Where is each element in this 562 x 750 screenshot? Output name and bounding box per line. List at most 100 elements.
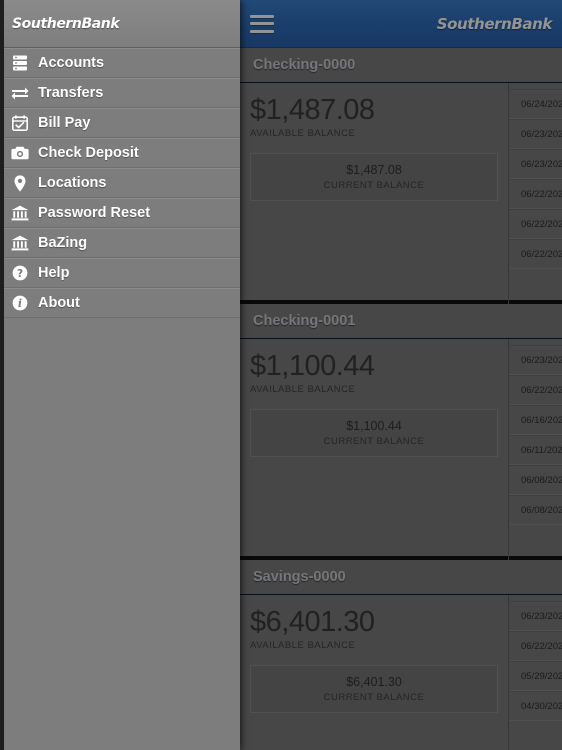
- transaction-date: 06/22/2020: [521, 218, 562, 230]
- info-circle-icon: i: [8, 293, 32, 313]
- svg-text:?: ?: [17, 268, 23, 280]
- top-app-bar: SouthernBank: [240, 0, 562, 48]
- transaction-row[interactable]: 06/23/2020: [509, 149, 562, 179]
- sidebar-item-password-reset[interactable]: Password Reset: [0, 198, 240, 228]
- transaction-row[interactable]: 05/29/2020: [509, 661, 562, 691]
- available-balance-amount: $6,401.30: [250, 606, 375, 638]
- calendar-check-icon: [8, 113, 32, 133]
- account-card-header: Checking-0000: [240, 48, 562, 83]
- transaction-row[interactable]: 06/22/2020: [509, 179, 562, 209]
- transaction-row[interactable]: 06/08/2020: [509, 465, 562, 495]
- accounts-list[interactable]: Checking-0000 $1,487.08 AVAILABLE BALANC…: [240, 48, 562, 750]
- app-root: SouthernBank Checking-0000 $1,487.08 AVA…: [0, 0, 562, 750]
- balance-summary: $1,100.44 AVAILABLE BALANCE $1,100.44 CU…: [240, 339, 508, 591]
- sidebar-item-accounts[interactable]: Accounts: [0, 48, 240, 78]
- balance-summary: $6,401.30 AVAILABLE BALANCE $6,401.30 CU…: [240, 595, 508, 750]
- drawer-empty-area: [0, 318, 240, 750]
- transaction-date: 06/08/2020: [521, 504, 562, 516]
- sidebar-item-label: Accounts: [38, 55, 105, 71]
- transaction-date: 06/23/2020: [521, 610, 562, 622]
- current-balance-box: $6,401.30 CURRENT BALANCE: [250, 664, 498, 713]
- account-card-header: Checking-0001: [240, 304, 562, 339]
- transaction-date: 04/30/2020: [521, 700, 562, 712]
- transaction-row[interactable]: 06/22/2020: [509, 631, 562, 661]
- transaction-date: 05/29/2020: [521, 670, 562, 682]
- account-title: Savings-0000: [253, 569, 346, 585]
- transaction-row[interactable]: 06/16/2020: [509, 405, 562, 435]
- sidebar-item-about[interactable]: i About: [0, 288, 240, 318]
- transfers-icon: [8, 83, 32, 103]
- current-balance-label: CURRENT BALANCE: [323, 435, 425, 447]
- transaction-row[interactable]: 06/22/2020: [509, 209, 562, 239]
- drawer-nav-list[interactable]: Accounts Transfers Bill Pay Check Deposi…: [0, 48, 240, 318]
- bank-icon: [8, 203, 32, 223]
- transaction-list[interactable]: 06/24/2020 06/23/2020 06/23/2020 06/22/2…: [508, 83, 562, 335]
- sidebar-item-label: Check Deposit: [38, 145, 139, 161]
- account-title: Checking-0001: [253, 313, 356, 329]
- transaction-date: 06/08/2020: [521, 474, 562, 486]
- drawer-header: SouthernBank: [0, 0, 240, 48]
- sidebar-item-help[interactable]: ? Help: [0, 258, 240, 288]
- navigation-drawer: SouthernBank Accounts Transfers Bill Pay: [0, 0, 240, 750]
- accounts-icon: [8, 53, 32, 73]
- sidebar-item-check-deposit[interactable]: Check Deposit: [0, 138, 240, 168]
- transaction-date: 06/23/2020: [521, 354, 562, 366]
- transaction-row[interactable]: 06/08/2020: [509, 495, 562, 525]
- transaction-date: 06/23/2020: [521, 128, 562, 140]
- current-balance-label: CURRENT BALANCE: [323, 691, 425, 703]
- sidebar-item-label: About: [38, 295, 80, 311]
- current-balance-amount: $6,401.30: [346, 674, 402, 689]
- account-card[interactable]: Checking-0001 $1,100.44 AVAILABLE BALANC…: [240, 304, 562, 591]
- bank-icon: [8, 233, 32, 253]
- available-balance-label: AVAILABLE BALANCE: [250, 383, 356, 395]
- transaction-date: 06/22/2020: [521, 248, 562, 260]
- transaction-row[interactable]: 04/30/2020: [509, 691, 562, 721]
- sidebar-item-label: Password Reset: [38, 205, 151, 221]
- map-pin-icon: [8, 173, 32, 193]
- hamburger-menu-icon[interactable]: [250, 14, 274, 33]
- balance-summary: $1,487.08 AVAILABLE BALANCE $1,487.08 CU…: [240, 83, 508, 335]
- current-balance-label: CURRENT BALANCE: [323, 179, 425, 191]
- account-card-body: $1,100.44 AVAILABLE BALANCE $1,100.44 CU…: [240, 339, 562, 591]
- sidebar-item-label: Help: [38, 265, 70, 281]
- available-balance-label: AVAILABLE BALANCE: [250, 639, 356, 651]
- account-card[interactable]: Checking-0000 $1,487.08 AVAILABLE BALANC…: [240, 48, 562, 335]
- transaction-row[interactable]: 06/23/2020: [509, 119, 562, 149]
- account-card[interactable]: Savings-0000 $6,401.30 AVAILABLE BALANCE…: [240, 560, 562, 750]
- svg-text:i: i: [18, 297, 22, 310]
- transaction-row[interactable]: 06/24/2020: [509, 89, 562, 119]
- transaction-row[interactable]: 06/22/2020: [509, 239, 562, 269]
- current-balance-box: $1,100.44 CURRENT BALANCE: [250, 408, 498, 457]
- transaction-date: 06/16/2020: [521, 414, 562, 426]
- sidebar-item-label: Bill Pay: [38, 115, 91, 131]
- question-circle-icon: ?: [8, 263, 32, 283]
- account-title: Checking-0000: [253, 57, 356, 73]
- header-brand-logo: SouthernBank: [436, 14, 553, 33]
- transaction-row[interactable]: 06/11/2020: [509, 435, 562, 465]
- sidebar-item-bazing[interactable]: BaZing: [0, 228, 240, 258]
- content-pane: SouthernBank Checking-0000 $1,487.08 AVA…: [240, 0, 562, 750]
- transaction-date: 06/22/2020: [521, 384, 562, 396]
- transaction-date: 06/11/2020: [521, 444, 562, 456]
- sidebar-item-label: Locations: [38, 175, 107, 191]
- sidebar-item-label: BaZing: [38, 235, 88, 251]
- current-balance-box: $1,487.08 CURRENT BALANCE: [250, 152, 498, 201]
- transaction-date: 06/23/2020: [521, 158, 562, 170]
- sidebar-item-transfers[interactable]: Transfers: [0, 78, 240, 108]
- account-card-header: Savings-0000: [240, 560, 562, 595]
- account-card-body: $1,487.08 AVAILABLE BALANCE $1,487.08 CU…: [240, 83, 562, 335]
- transaction-row[interactable]: 06/23/2020: [509, 345, 562, 375]
- sidebar-item-locations[interactable]: Locations: [0, 168, 240, 198]
- sidebar-item-bill-pay[interactable]: Bill Pay: [0, 108, 240, 138]
- transaction-row[interactable]: 06/23/2020: [509, 601, 562, 631]
- available-balance-amount: $1,487.08: [250, 94, 375, 126]
- transaction-list[interactable]: 06/23/2020 06/22/2020 06/16/2020 06/11/2…: [508, 339, 562, 591]
- transaction-date: 06/22/2020: [521, 640, 562, 652]
- transaction-row[interactable]: 06/22/2020: [509, 375, 562, 405]
- sidebar-item-label: Transfers: [38, 85, 104, 101]
- transaction-list[interactable]: 06/23/2020 06/22/2020 05/29/2020 04/30/2…: [508, 595, 562, 750]
- account-card-body: $6,401.30 AVAILABLE BALANCE $6,401.30 CU…: [240, 595, 562, 750]
- available-balance-label: AVAILABLE BALANCE: [250, 127, 356, 139]
- drawer-brand-logo: SouthernBank: [12, 15, 120, 32]
- transaction-date: 06/22/2020: [521, 188, 562, 200]
